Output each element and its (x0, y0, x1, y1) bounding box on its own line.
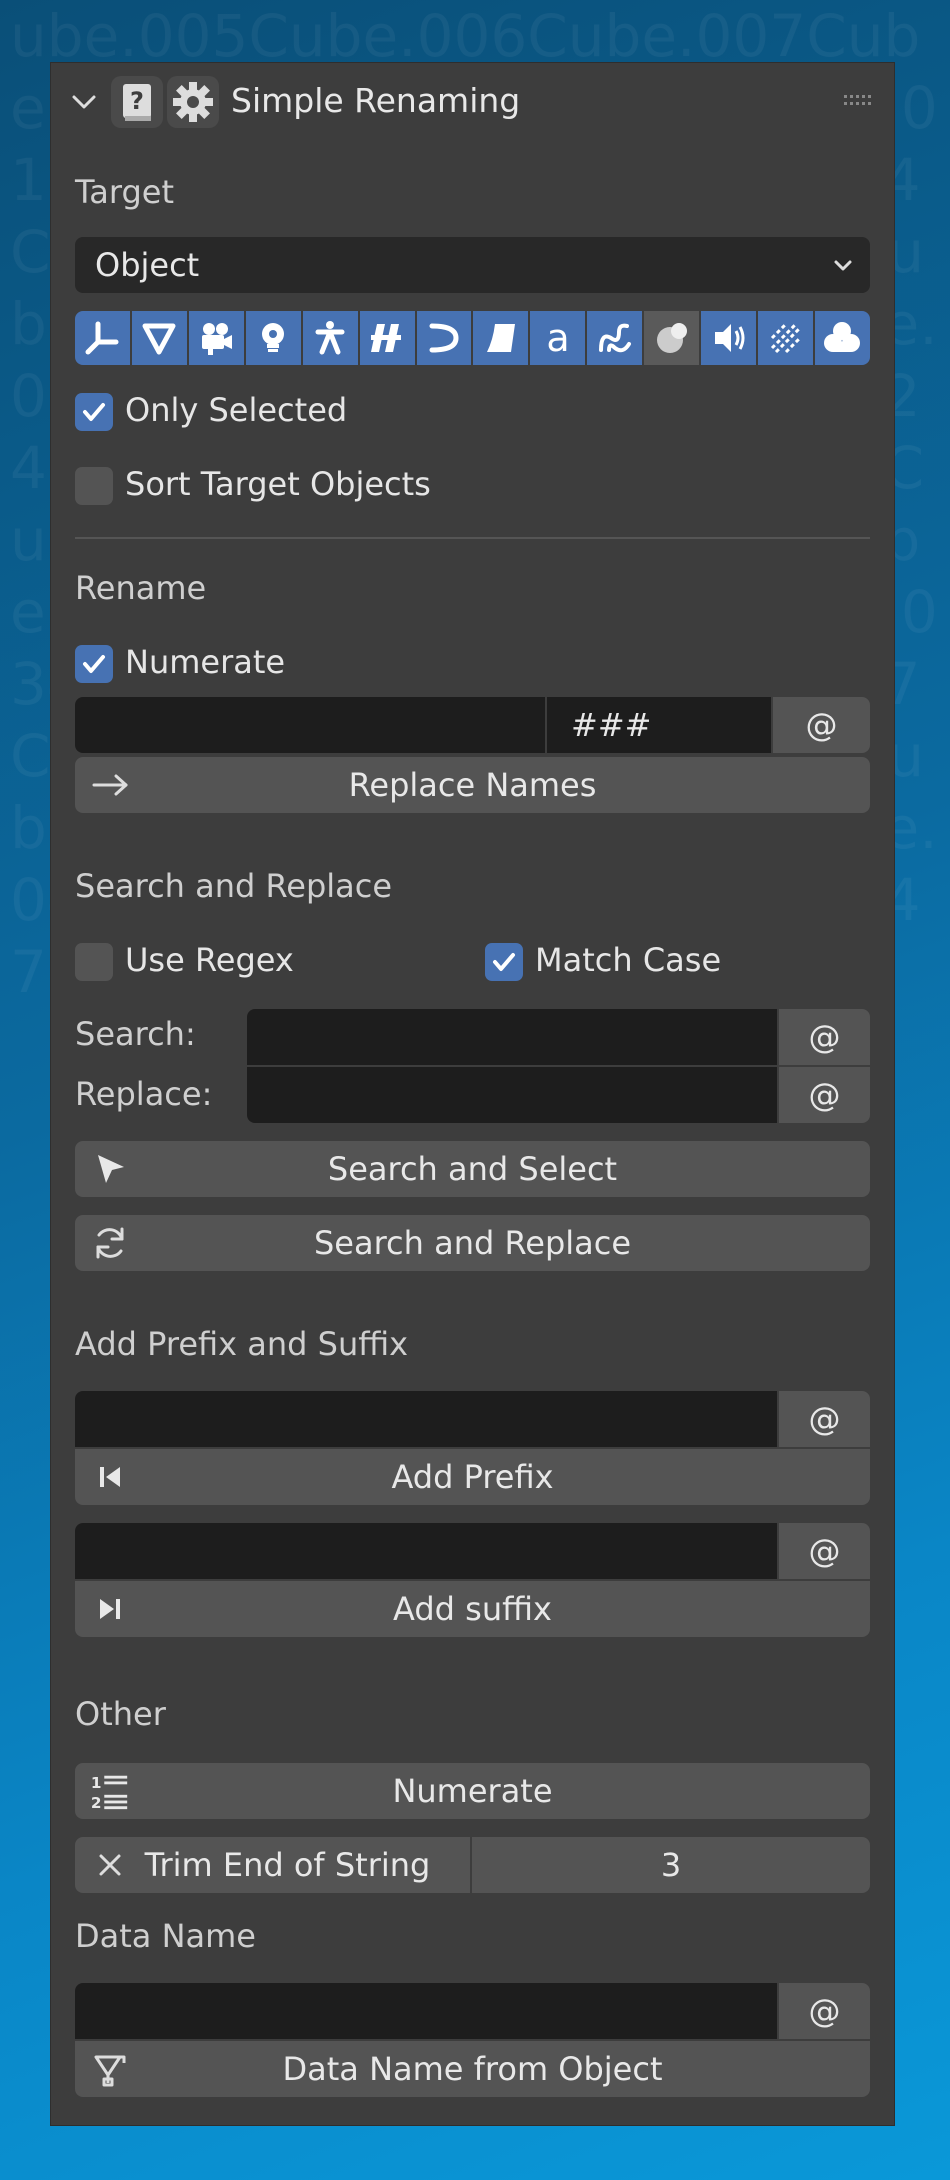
data-name-input[interactable] (75, 1983, 777, 2039)
numerate-button[interactable]: 12 Numerate (75, 1763, 870, 1819)
mesh-icon[interactable] (131, 311, 187, 365)
sort-target-objects-checkbox[interactable] (75, 467, 113, 505)
data-name-heading: Data Name (75, 1917, 256, 1955)
empty-axes-icon[interactable] (75, 311, 130, 365)
search-label: Search: (75, 1015, 196, 1053)
armature-icon[interactable] (302, 311, 358, 365)
sort-target-objects-label: Sort Target Objects (125, 465, 431, 503)
prefix-input[interactable] (75, 1391, 777, 1447)
match-case-label: Match Case (535, 941, 722, 979)
search-and-replace-label: Search and Replace (313, 1224, 632, 1262)
target-heading: Target (75, 173, 174, 211)
suffix-input[interactable] (75, 1523, 777, 1579)
at-symbol: @ (808, 1400, 841, 1438)
panel-title: Simple Renaming (231, 81, 521, 120)
use-regex-checkbox[interactable] (75, 943, 113, 981)
numerate-checkbox[interactable] (75, 645, 113, 683)
data-name-from-object-button[interactable]: Data Name from Object (75, 2041, 870, 2097)
trim-count-field[interactable]: 3 (472, 1837, 870, 1893)
text-icon[interactable]: a (530, 311, 586, 365)
simple-renaming-panel: ? Simple Renaming Target Object a Only S… (50, 62, 895, 2126)
help-icon[interactable]: ? (111, 76, 163, 128)
at-symbol: @ (808, 1018, 841, 1056)
refresh-icon (89, 1222, 131, 1264)
svg-text:1: 1 (91, 1774, 102, 1792)
rename-variables-button[interactable]: @ (773, 697, 870, 753)
at-symbol: @ (808, 1532, 841, 1570)
chevron-down-icon (834, 260, 852, 271)
replace-names-button[interactable]: Replace Names (75, 757, 870, 813)
match-case-checkbox[interactable] (485, 943, 523, 981)
add-prefix-button[interactable]: Add Prefix (75, 1449, 870, 1505)
light-icon[interactable] (245, 311, 301, 365)
gear-icon[interactable] (167, 76, 219, 128)
prefix-suffix-heading: Add Prefix and Suffix (75, 1325, 409, 1363)
other-heading: Other (75, 1695, 166, 1733)
speaker-icon[interactable] (701, 311, 757, 365)
data-name-variables-button[interactable]: @ (779, 1983, 870, 2039)
target-dropdown-value: Object (95, 246, 200, 284)
material-icon[interactable] (644, 311, 700, 365)
cursor-arrow-icon (89, 1148, 131, 1190)
skip-to-end-icon (89, 1588, 131, 1630)
target-type-iconbar: a (75, 311, 870, 365)
prefix-variables-button[interactable]: @ (779, 1391, 870, 1447)
replace-names-label: Replace Names (348, 766, 597, 804)
checkmark-icon (493, 953, 515, 971)
curve-icon[interactable] (416, 311, 472, 365)
at-symbol: @ (808, 1076, 841, 1114)
close-icon (89, 1844, 131, 1886)
add-suffix-label: Add suffix (393, 1590, 552, 1628)
replace-label: Replace: (75, 1075, 213, 1113)
numerate-button-label: Numerate (392, 1772, 553, 1810)
target-dropdown[interactable]: Object (75, 237, 870, 293)
replace-variables-button[interactable]: @ (779, 1067, 870, 1123)
data-name-from-object-label: Data Name from Object (282, 2050, 663, 2088)
trim-end-of-string-label: Trim End of String (144, 1846, 431, 1884)
checkmark-icon (83, 403, 105, 421)
use-regex-label: Use Regex (125, 941, 294, 979)
add-prefix-label: Add Prefix (391, 1458, 554, 1496)
only-selected-checkbox[interactable] (75, 393, 113, 431)
arrow-right-icon (89, 764, 131, 806)
numbering-pattern-value: ### (571, 706, 652, 744)
skip-to-start-icon (89, 1456, 131, 1498)
search-and-select-label: Search and Select (327, 1150, 618, 1188)
volume-icon[interactable] (814, 311, 870, 365)
suffix-variables-button[interactable]: @ (779, 1523, 870, 1579)
new-name-input[interactable] (75, 697, 545, 753)
collapse-chevron-icon[interactable] (69, 87, 99, 117)
grease-pencil-icon[interactable] (359, 311, 415, 365)
section-divider (75, 537, 870, 539)
svg-text:2: 2 (91, 1794, 102, 1812)
drag-grip-icon[interactable] (844, 93, 874, 109)
numerate-label: Numerate (125, 643, 286, 681)
at-symbol: @ (805, 706, 838, 744)
search-variables-button[interactable]: @ (779, 1009, 870, 1065)
numbering-pattern-input[interactable]: ### (547, 697, 771, 753)
checkmark-icon (83, 655, 105, 673)
numbered-list-icon: 12 (89, 1770, 131, 1812)
camera-icon[interactable] (188, 311, 244, 365)
object-data-icon (89, 2048, 131, 2090)
add-suffix-button[interactable]: Add suffix (75, 1581, 870, 1637)
search-input[interactable] (247, 1009, 777, 1065)
metaball-icon[interactable] (587, 311, 643, 365)
svg-text:?: ? (130, 87, 144, 115)
trim-count-value: 3 (660, 1846, 682, 1884)
only-selected-label: Only Selected (125, 391, 348, 429)
search-and-select-button[interactable]: Search and Select (75, 1141, 870, 1197)
rename-heading: Rename (75, 569, 207, 607)
svg-text:a: a (546, 318, 569, 358)
trim-end-of-string-button[interactable]: Trim End of String (75, 1837, 470, 1893)
at-symbol: @ (808, 1992, 841, 2030)
replace-input[interactable] (247, 1067, 777, 1123)
surface-icon[interactable] (473, 311, 529, 365)
search-and-replace-button[interactable]: Search and Replace (75, 1215, 870, 1271)
search-replace-heading: Search and Replace (75, 867, 393, 905)
particles-icon[interactable] (758, 311, 813, 365)
